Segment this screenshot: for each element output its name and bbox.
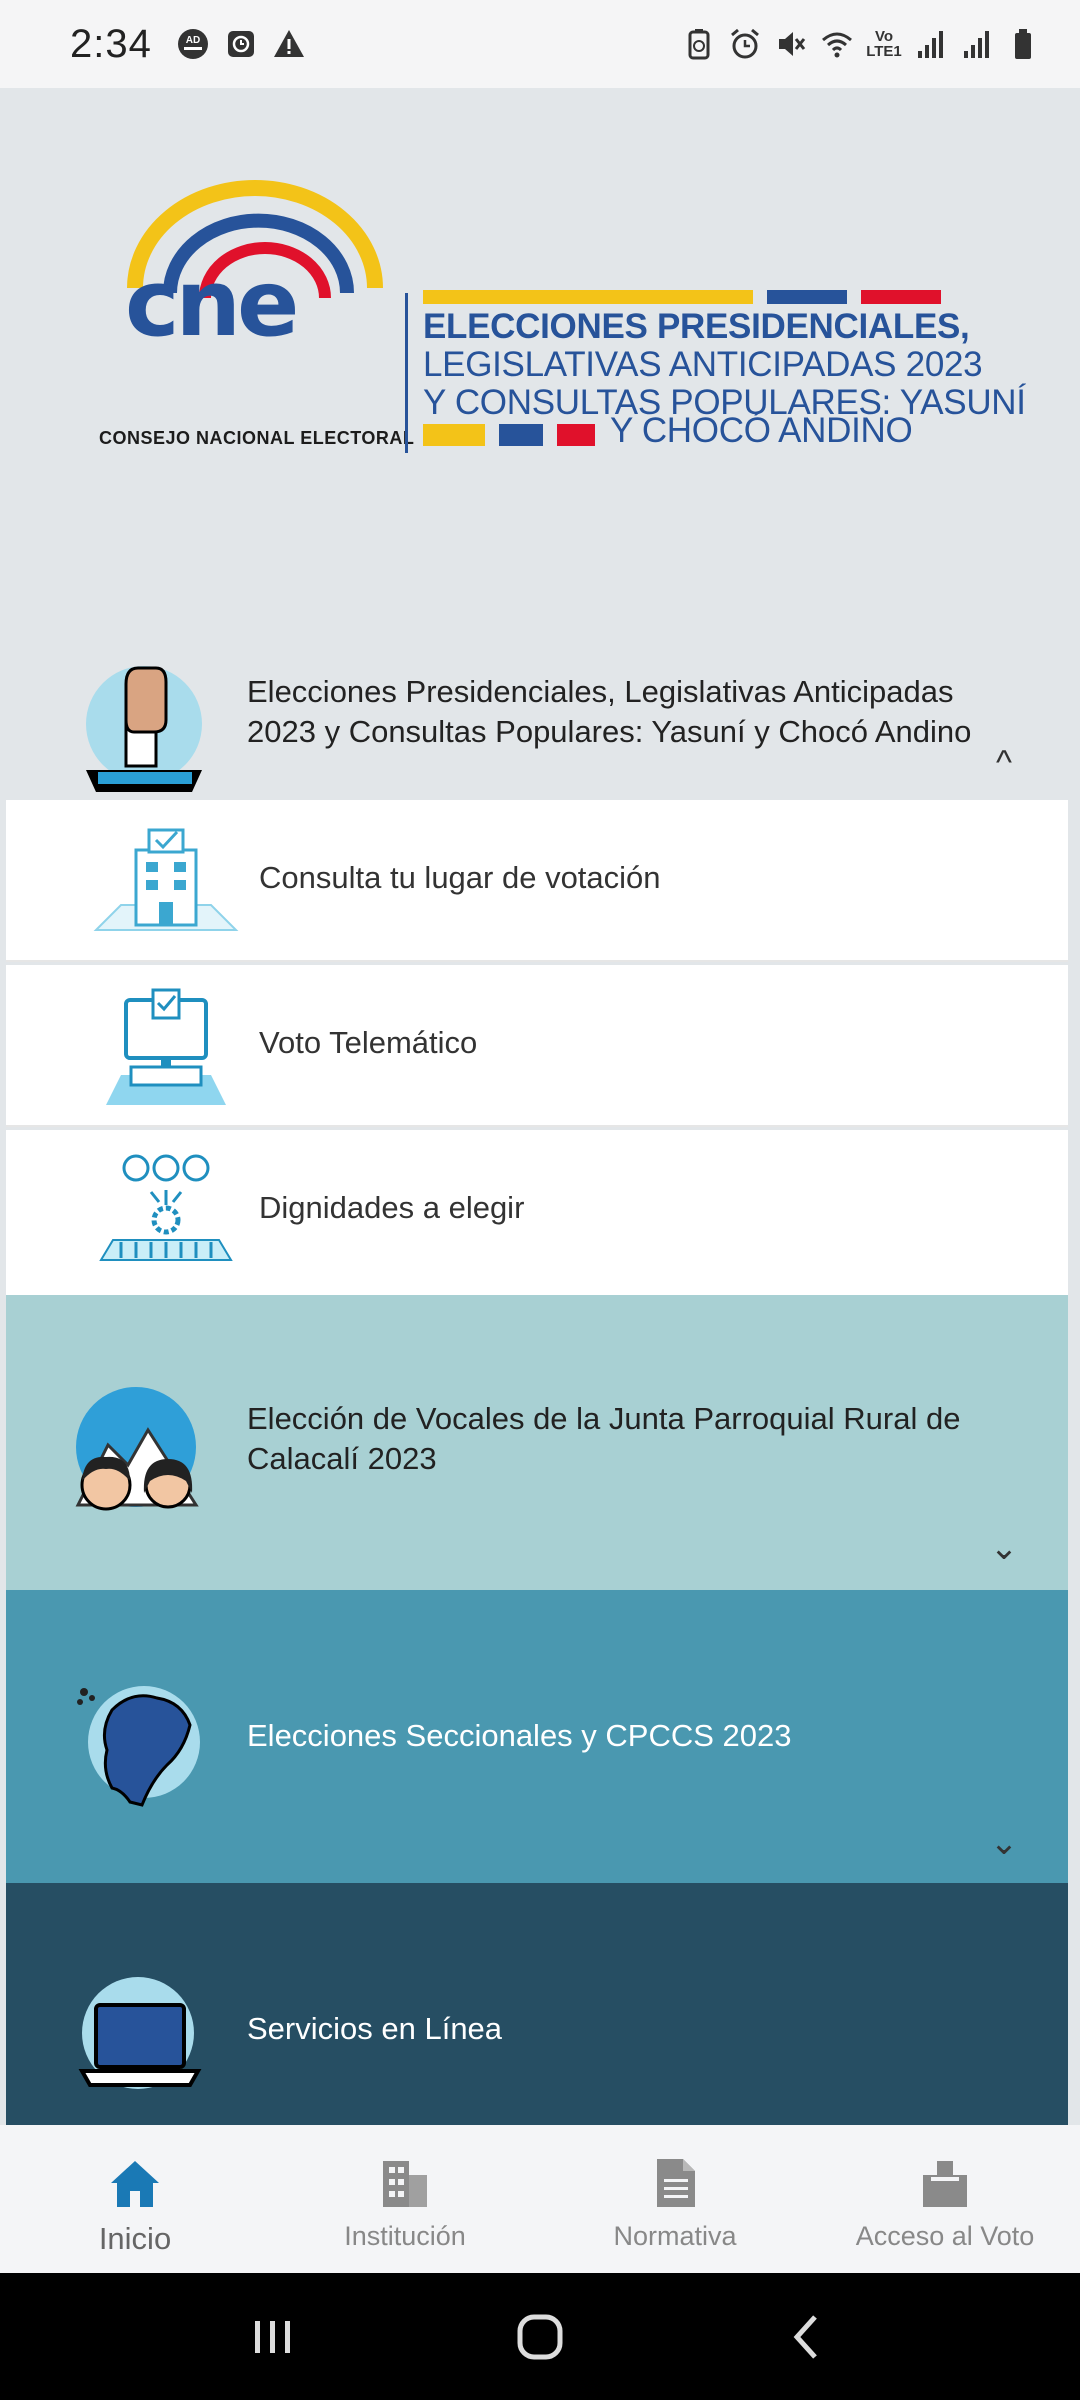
- section-calacali-elections[interactable]: Elección de Vocales de la Junta Parroqui…: [6, 1295, 1068, 1590]
- nav-label: Normativa: [613, 2221, 737, 2251]
- nav-label: Inicio: [98, 2221, 172, 2256]
- nav-label: Institución: [344, 2221, 466, 2251]
- section-title: Elecciones Seccionales y CPCCS 2023: [247, 1718, 792, 1753]
- section-title: Servicios en Línea: [247, 2011, 503, 2046]
- nav-normativa[interactable]: Normativa: [540, 2125, 810, 2273]
- home-circle-icon: [517, 2314, 563, 2359]
- back-button[interactable]: [767, 2297, 847, 2377]
- list-item-telematic-vote[interactable]: Voto Telemático: [6, 965, 1068, 1127]
- home-icon: [111, 2161, 159, 2207]
- cne-logo-text: cne: [125, 250, 299, 357]
- network-type-indicator: Vo LTE1: [866, 28, 902, 60]
- recent-apps-icon: [255, 2320, 291, 2353]
- nav-label: Acceso al Voto: [855, 2221, 1035, 2251]
- banner-divider: [405, 293, 408, 453]
- list-item-label: Dignidades a elegir: [259, 1190, 525, 1225]
- section-title: Elecciones Presidenciales, Legislativas …: [247, 674, 972, 749]
- chevron-up-icon[interactable]: ^: [984, 746, 1024, 780]
- polling-place-icon: [91, 820, 241, 945]
- election-banner: cne CONSEJO NACIONAL ELECTORAL ELECCIONE…: [95, 178, 1026, 453]
- bottom-navigation: Inicio Institución Normativa Acceso al V…: [0, 2125, 1080, 2273]
- signal-icon: [914, 27, 948, 61]
- recent-apps-button[interactable]: [233, 2297, 313, 2377]
- back-chevron-icon: [793, 2314, 817, 2359]
- candidates-icon: [91, 1150, 241, 1275]
- cne-logo-subtitle: CONSEJO NACIONAL ELECTORAL: [99, 428, 415, 448]
- mute-icon: [774, 27, 808, 61]
- battery-icon: [1006, 27, 1040, 61]
- svg-text:AD: AD: [186, 35, 200, 46]
- main-content: cne CONSEJO NACIONAL ELECTORAL ELECCIONE…: [0, 88, 1080, 2125]
- section-presidential-elections[interactable]: Elecciones Presidenciales, Legislativas …: [6, 538, 1068, 800]
- flag-stripes-bottom: [423, 424, 595, 446]
- signal-icon-2: [960, 27, 994, 61]
- building-icon: [383, 2161, 427, 2207]
- list-item-candidates[interactable]: Dignidades a elegir: [6, 1130, 1068, 1295]
- status-bar: 2:34 AD Vo LTE1: [0, 0, 1080, 88]
- community-icon: [68, 1385, 208, 1525]
- clock-app-icon: [224, 27, 258, 61]
- nav-inicio[interactable]: Inicio: [0, 2125, 270, 2273]
- status-time: 2:34: [70, 21, 152, 66]
- nav-acceso-al-voto[interactable]: Acceso al Voto: [810, 2125, 1080, 2273]
- ecuador-map-icon: [72, 1680, 212, 1820]
- ballot-hand-icon: [76, 660, 216, 800]
- banner-line-1: ELECCIONES PRESIDENCIALES,: [423, 307, 970, 346]
- computer-vote-icon: [91, 985, 241, 1110]
- banner-line-2: LEGISLATIVAS ANTICIPADAS 2023: [423, 345, 983, 384]
- list-item-polling-place[interactable]: Consulta tu lugar de votación: [6, 800, 1068, 962]
- chevron-down-icon[interactable]: ⌄: [984, 1531, 1024, 1565]
- battery-saver-icon: [682, 27, 716, 61]
- banner-text: ELECCIONES PRESIDENCIALES, LEGISLATIVAS …: [423, 307, 1026, 422]
- alarm-icon: [728, 27, 762, 61]
- list-item-label: Voto Telemático: [259, 1025, 478, 1060]
- banner-line-4: Y CHOCÓ ANDINO: [610, 411, 913, 450]
- section-online-services[interactable]: Servicios en Línea: [6, 1883, 1068, 2125]
- nav-institucion[interactable]: Institución: [270, 2125, 540, 2273]
- ballot-box-icon: [923, 2161, 967, 2207]
- chevron-down-icon[interactable]: ⌄: [984, 1826, 1024, 1860]
- system-navigation-bar: [0, 2273, 1080, 2400]
- section-title: Elección de Vocales de la Junta Parroqui…: [247, 1401, 961, 1476]
- wifi-icon: [820, 27, 854, 61]
- warning-icon: [272, 27, 306, 61]
- home-button[interactable]: [500, 2297, 580, 2377]
- document-icon: [657, 2159, 695, 2207]
- list-item-label: Consulta tu lugar de votación: [259, 860, 661, 895]
- laptop-icon: [78, 1973, 218, 2113]
- section-sectional-elections[interactable]: Elecciones Seccionales y CPCCS 2023 ⌄: [6, 1590, 1068, 1883]
- adblocker-icon: AD: [176, 27, 210, 61]
